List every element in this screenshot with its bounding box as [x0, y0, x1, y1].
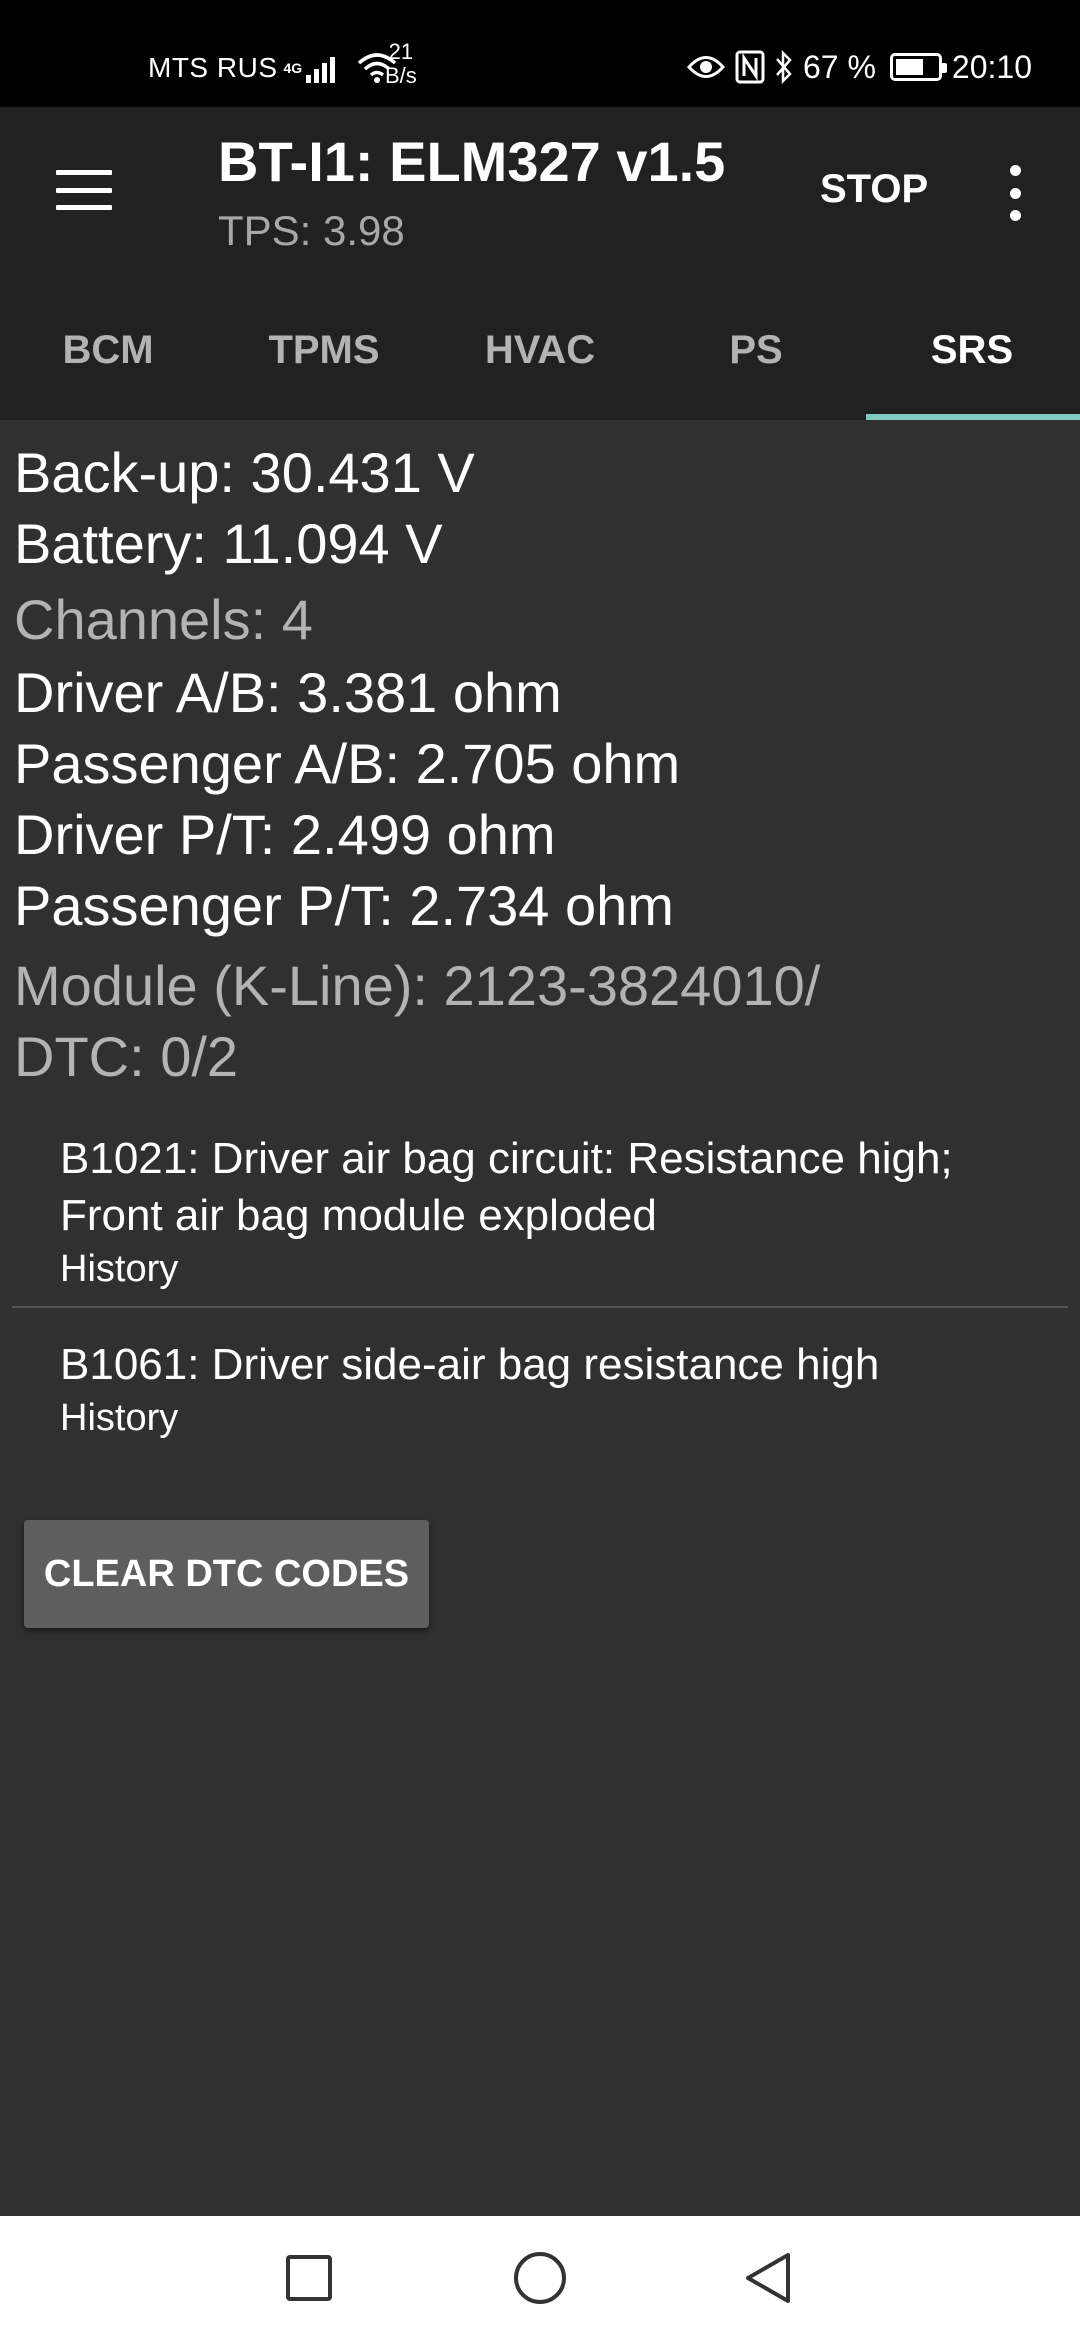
network-speed: 21 B/s	[385, 40, 417, 88]
driver-ab-resistance: Driver A/B: 3.381 ohm	[14, 661, 562, 724]
speed-unit: B/s	[385, 63, 417, 88]
app-title: BT-I1: ELM327 v1.5	[218, 130, 726, 193]
carrier-name: MTS RUS	[148, 52, 278, 83]
tab-hvac[interactable]: HVAC	[432, 280, 648, 420]
status-right: 67 % 20:10	[686, 46, 1032, 88]
square-icon	[286, 2255, 332, 2301]
battery-percent: 67 %	[802, 48, 876, 85]
circle-icon	[514, 2252, 566, 2304]
divider	[12, 1306, 1068, 1308]
menu-icon[interactable]	[56, 170, 112, 210]
driver-pt-resistance: Driver P/T: 2.499 ohm	[14, 803, 556, 866]
dtc-list-item[interactable]: B1021: Driver air bag circuit: Resistanc…	[60, 1130, 1040, 1291]
backup-voltage: Back-up: 30.431 V	[14, 441, 475, 504]
speed-value: 21	[388, 39, 414, 64]
status-bar: MTS RUS 4G 21 B/s 67 % 20:10	[0, 0, 1080, 107]
signal-icon	[306, 53, 336, 83]
nfc-icon	[735, 50, 765, 84]
more-options-icon[interactable]	[1000, 165, 1030, 221]
battery-voltage: Battery: 11.094 V	[14, 512, 443, 575]
back-button[interactable]	[737, 2246, 801, 2310]
status-left: MTS RUS 4G	[148, 48, 397, 88]
dtc-count: DTC: 0/2	[14, 1025, 239, 1088]
tab-ps[interactable]: PS	[648, 280, 864, 420]
bluetooth-icon	[776, 50, 792, 84]
clear-dtc-button[interactable]: CLEAR DTC CODES	[24, 1520, 429, 1628]
dtc-description: B1021: Driver air bag circuit: Resistanc…	[60, 1134, 953, 1240]
clock: 20:10	[951, 48, 1032, 85]
tab-tpms[interactable]: TPMS	[216, 280, 432, 420]
passenger-pt-resistance: Passenger P/T: 2.734 ohm	[14, 874, 674, 937]
app-subtitle: TPS: 3.98	[218, 207, 405, 254]
dtc-list-item[interactable]: B1061: Driver side-air bag resistance hi…	[60, 1336, 1040, 1440]
app-bar: BT-I1: ELM327 v1.5 TPS: 3.98 STOP	[0, 107, 1080, 280]
battery-icon	[889, 53, 947, 81]
system-nav-bar	[0, 2216, 1080, 2340]
dtc-status: History	[60, 1248, 179, 1290]
module-info: Module (K-Line): 2123-3824010/	[14, 954, 821, 1017]
dtc-description: B1061: Driver side-air bag resistance hi…	[60, 1340, 880, 1389]
network-type-icon: 4G	[283, 60, 303, 76]
tab-srs[interactable]: SRS	[864, 280, 1080, 420]
tab-bcm[interactable]: BCM	[0, 280, 216, 420]
passenger-ab-resistance: Passenger A/B: 2.705 ohm	[14, 732, 681, 795]
stop-button[interactable]: STOP	[820, 167, 928, 212]
channels-count: Channels: 4	[14, 588, 313, 651]
home-button[interactable]	[508, 2246, 572, 2310]
recents-button[interactable]	[277, 2246, 341, 2310]
triangle-back-icon	[746, 2253, 790, 2303]
tab-bar: BCM TPMS HVAC PS SRS	[0, 280, 1080, 420]
dtc-status: History	[60, 1397, 179, 1439]
eye-icon	[686, 56, 725, 78]
